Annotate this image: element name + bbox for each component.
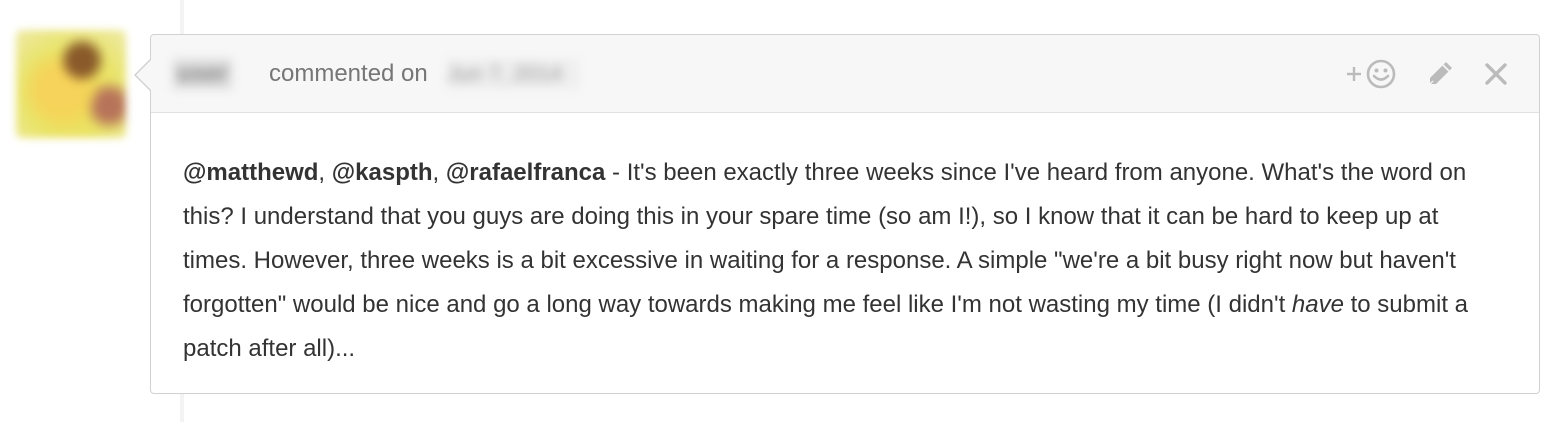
- comment-header: user commented on Jun 7, 2014: [151, 35, 1539, 113]
- author-name[interactable]: user: [173, 59, 232, 89]
- mention-matthewd[interactable]: @matthewd: [183, 159, 318, 186]
- mention-separator: ,: [318, 159, 332, 186]
- delete-button[interactable]: [1479, 59, 1513, 89]
- pencil-icon: [1429, 62, 1452, 85]
- close-icon: [1485, 63, 1507, 85]
- mention-kaspth[interactable]: @kaspth: [332, 159, 433, 186]
- comment-body: @matthewd, @kaspth, @rafaelfranca - It's…: [151, 113, 1539, 371]
- add-reaction-button[interactable]: [1345, 59, 1401, 89]
- comment-date[interactable]: Jun 7, 2014: [447, 59, 579, 89]
- comment-emphasis: have: [1291, 291, 1344, 318]
- edit-button[interactable]: [1423, 59, 1457, 89]
- mention-separator: ,: [432, 159, 446, 186]
- mention-rafaelfranca[interactable]: @rafaelfranca: [446, 159, 605, 186]
- commented-on-label: commented on: [269, 60, 428, 87]
- add-reaction-icon: [1347, 59, 1396, 89]
- comment-box: user commented on Jun 7, 2014 @matthewd,…: [134, 34, 1540, 394]
- comment-pointer-fill: [136, 60, 151, 90]
- avatar[interactable]: [16, 30, 126, 138]
- comment-actions: [1345, 59, 1513, 89]
